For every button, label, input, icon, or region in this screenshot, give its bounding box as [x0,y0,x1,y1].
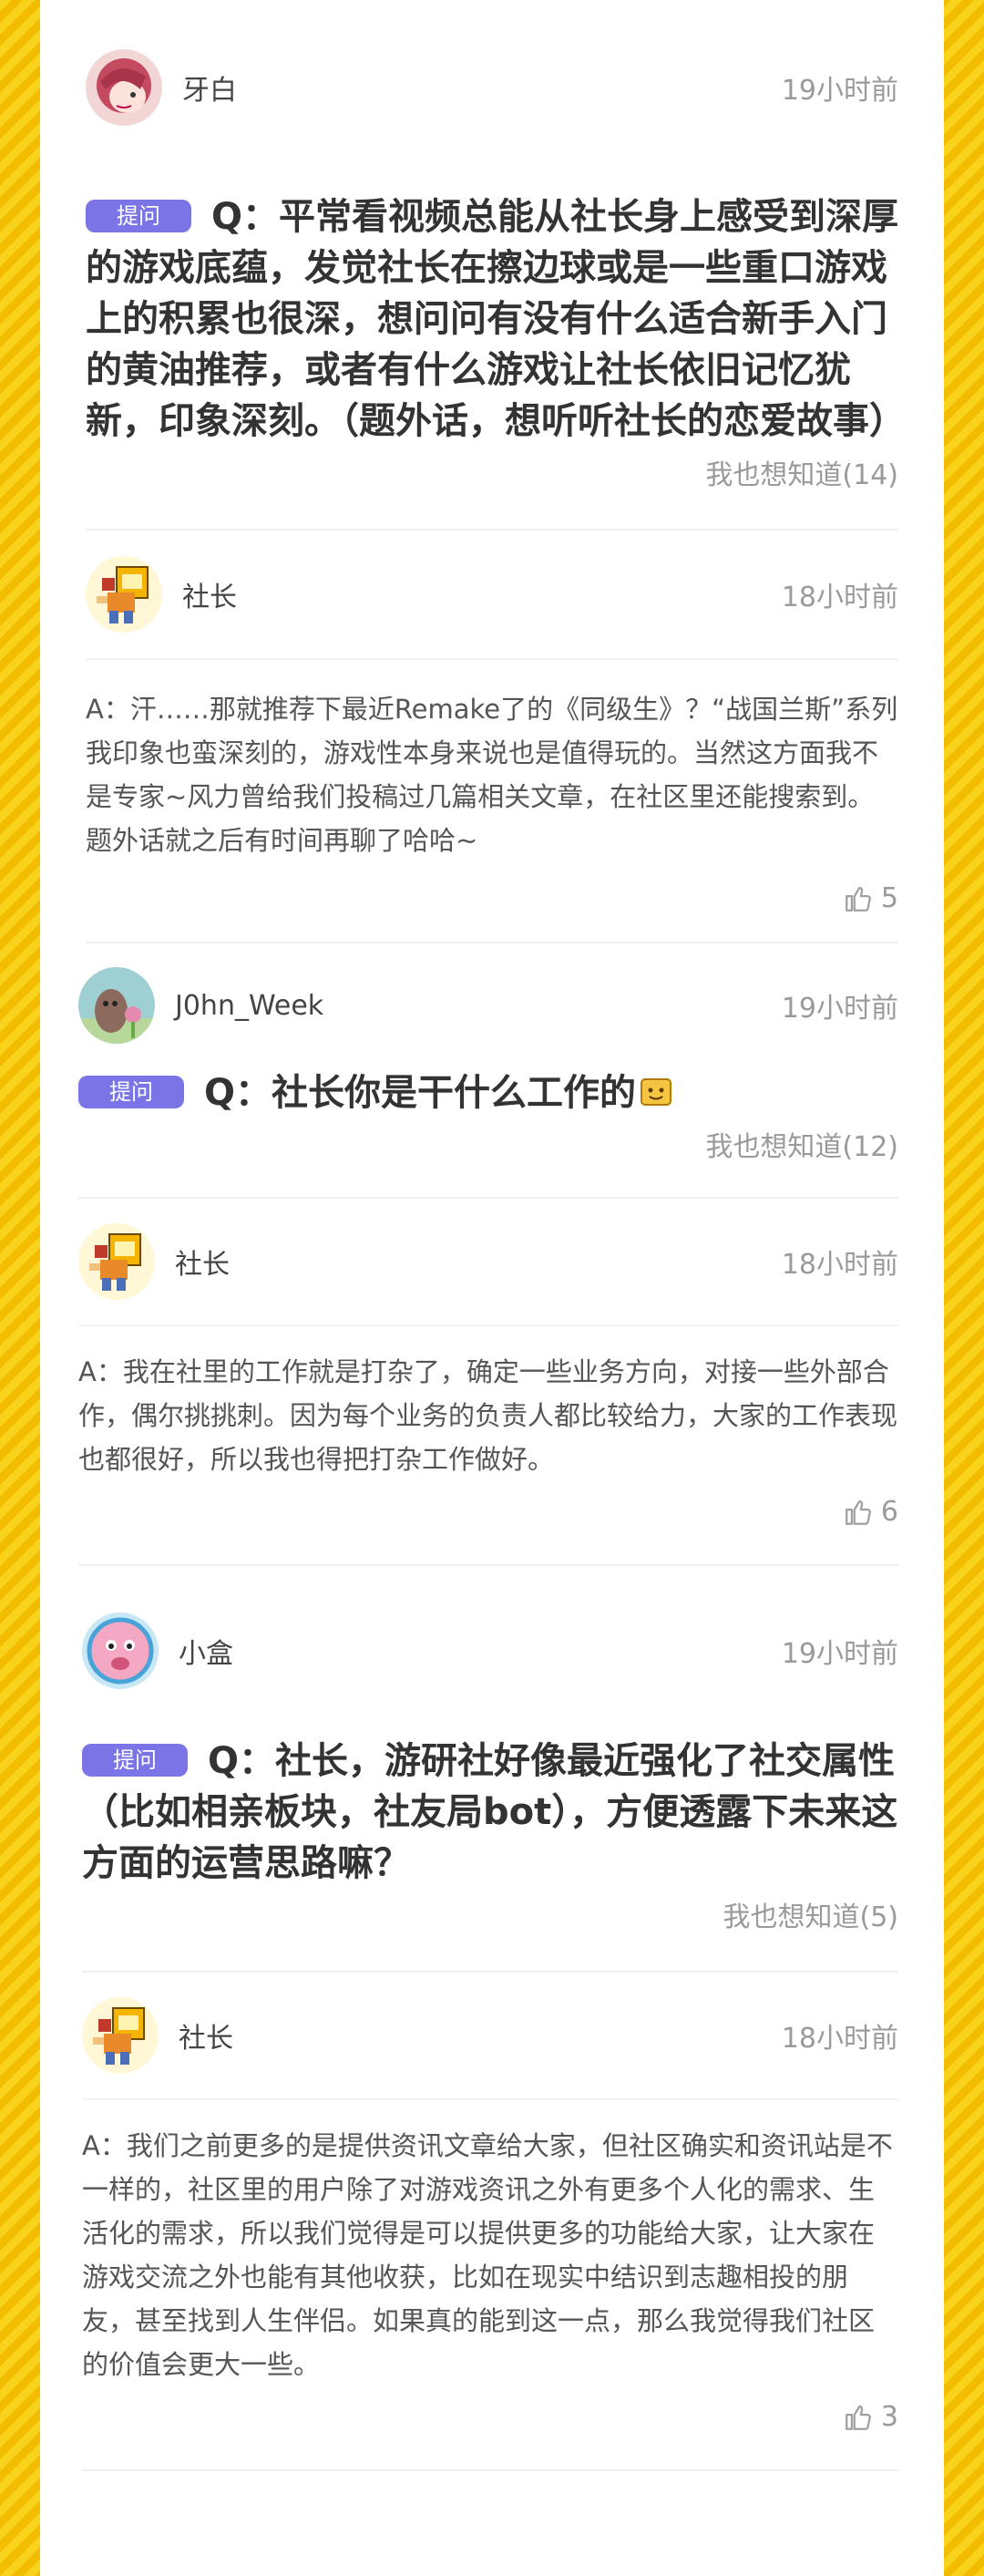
answer-text: A：汗……那就推荐下最近Remake了的《同级生》？“战国兰斯”系列我印象也蛮深… [86,694,898,856]
answer-header: 社长 18小时前 [86,531,898,658]
question-text: Q：社长你是干什么工作的 [204,1072,637,1114]
like-count: 3 [880,2401,898,2433]
user-avatar[interactable] [86,49,162,126]
thumbs-up-icon [846,2405,871,2430]
emoji-icon [640,1071,672,1106]
answer-username[interactable]: 社长 [182,574,782,614]
want-to-know-button[interactable]: 我也想知道(12) [78,1124,898,1164]
ask-tag: 提问 [86,200,191,232]
question-username[interactable]: 小盒 [179,1631,782,1671]
question-text: Q：社长，游研社好像最近强化了社交属性（比如相亲板块，社友局bot），方便透露下… [82,1740,898,1884]
qa-thread: 小盒 19小时前 提问 Q：社长，游研社好像最近强化了社交属性（比如相亲板块，社友… [82,1566,898,2471]
qa-thread: 牙白 19小时前 提问 Q：平常看视频总能从社长身上感受到深厚的游戏底蕴，发觉社长… [86,0,906,943]
question-time: 19小时前 [781,75,898,107]
want-to-know-button[interactable]: 我也想知道(5) [82,1894,899,1934]
question-time: 19小时前 [781,993,898,1025]
answer-time: 18小时前 [781,2023,898,2055]
like-button[interactable]: 5 [86,882,898,914]
president-avatar[interactable] [86,556,162,633]
question-header: 小盒 19小时前 [82,1566,898,1736]
question-text-wrap[interactable]: 提问 Q：社长，游研社好像最近强化了社交属性（比如相亲板块，社友局bot），方便透… [82,1736,898,1889]
thumbs-up-icon [846,886,871,912]
want-to-know-button[interactable]: 我也想知道(14) [86,452,898,492]
question-header: J0hn_Week 19小时前 [78,943,898,1067]
answer-time: 18小时前 [781,1249,898,1281]
president-avatar[interactable] [82,1997,159,2074]
president-avatar[interactable] [78,1223,155,1300]
question-username[interactable]: 牙白 [182,67,782,108]
user-avatar[interactable] [82,1613,159,1689]
question-username[interactable]: J0hn_Week [175,990,782,1022]
like-button[interactable]: 6 [78,1496,898,1528]
ask-tag: 提问 [82,1744,188,1777]
qa-thread: J0hn_Week 19小时前 提问 Q：社长你是干什么工作的 我也想知道(12) [78,943,898,1566]
qa-list: 牙白 19小时前 提问 Q：平常看视频总能从社长身上感受到深厚的游戏底蕴，发觉社长… [40,0,944,2576]
question-text: Q：平常看视频总能从社长身上感受到深厚的游戏底蕴，发觉社长在擦边球或是一些重口游… [86,196,906,442]
like-button[interactable]: 3 [82,2401,898,2433]
question-header: 牙白 19小时前 [86,24,898,151]
answer-username[interactable]: 社长 [175,1242,782,1282]
answer-text: A：我们之前更多的是提供资讯文章给大家，但社区确实和资讯站是不一样的，社区里的用… [82,2130,893,2380]
question-text-wrap[interactable]: 提问 Q：平常看视频总能从社长身上感受到深厚的游戏底蕴，发觉社长在擦边球或是一些重… [86,191,906,447]
user-avatar[interactable] [78,967,155,1044]
answer-header: 社长 18小时前 [82,1973,898,2098]
divider [82,2469,898,2471]
answer-username[interactable]: 社长 [179,2015,782,2056]
answer-header: 社长 18小时前 [78,1199,898,1324]
answer-text: A：我在社里的工作就是打杂了，确定一些业务方向，对接一些外部合作，偶尔挑挑刺。因… [78,1356,898,1475]
question-text-wrap[interactable]: 提问 Q：社长你是干什么工作的 [78,1067,898,1118]
like-count: 5 [880,882,898,914]
thumbs-up-icon [846,1499,871,1525]
answer-time: 18小时前 [781,582,898,613]
question-time: 19小时前 [781,1638,898,1670]
ask-tag: 提问 [78,1076,184,1108]
like-count: 6 [880,1496,898,1528]
